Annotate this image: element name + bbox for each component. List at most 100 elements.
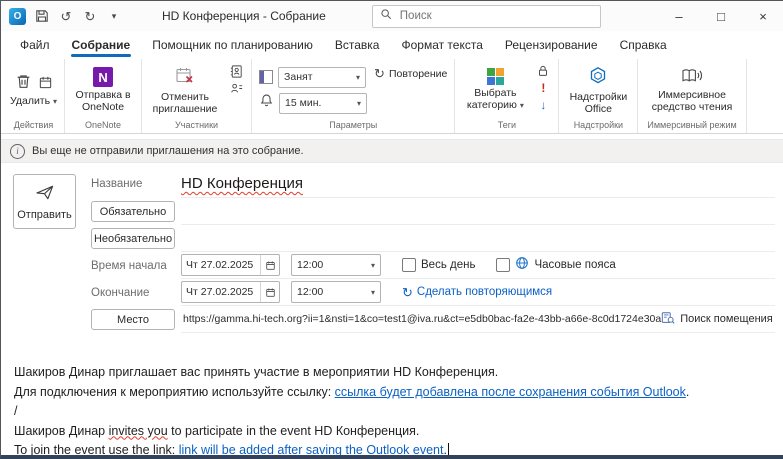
- maximize-icon[interactable]: □: [700, 1, 742, 31]
- immersive-reader-button[interactable]: Иммерсивное средство чтения: [649, 67, 735, 113]
- ribbon-group-tags: Выбрать категорию ▾ ! ↓ Теги: [455, 59, 559, 133]
- tab-review[interactable]: Рецензирование: [494, 31, 609, 58]
- high-importance-icon[interactable]: !: [535, 81, 551, 95]
- misspelled-word: invites you: [109, 424, 168, 438]
- all-day-label: Весь день: [421, 259, 475, 271]
- info-message: Вы еще не отправили приглашения на это с…: [32, 145, 304, 157]
- start-time-label: Время начала: [91, 260, 167, 272]
- title-bar: O ↺ ↻ ▾ HD Конференция - Собрание – □ ×: [1, 1, 783, 31]
- search-input[interactable]: [398, 9, 593, 23]
- placeholder-link-en[interactable]: link will be added after saving the Outl…: [179, 443, 444, 457]
- meeting-form: Отправить Название HD Конференция Обязат…: [1, 163, 783, 333]
- make-recurring-link[interactable]: ↻ Сделать повторяющимся: [402, 286, 552, 299]
- recurrence-icon: ↻: [402, 286, 413, 299]
- all-day-checkbox[interactable]: [402, 258, 416, 272]
- all-day-checkbox-group[interactable]: Весь день: [402, 258, 475, 272]
- required-row: Обязательно: [91, 198, 775, 225]
- undo-icon[interactable]: ↺: [58, 8, 74, 24]
- tab-scheduling-assistant[interactable]: Помощник по планированию: [141, 31, 324, 58]
- send-button[interactable]: Отправить: [13, 174, 76, 229]
- recurrence-icon: ↻: [374, 67, 385, 80]
- group-label-attendees: Участники: [149, 119, 244, 133]
- outlook-meeting-window: O ↺ ↻ ▾ HD Конференция - Собрание – □ × …: [0, 0, 783, 459]
- low-importance-icon[interactable]: ↓: [535, 98, 551, 112]
- message-body[interactable]: Шакиров Динар приглашает вас принять уча…: [1, 333, 783, 459]
- required-button[interactable]: Обязательно: [91, 201, 175, 222]
- tab-file[interactable]: Файл: [9, 31, 61, 58]
- delete-button[interactable]: Удалить ▾: [10, 73, 57, 108]
- customize-toolbar-icon[interactable]: ▾: [106, 8, 122, 24]
- ribbon-group-onenote: N Отправка в OneNote OneNote: [65, 59, 142, 133]
- reminder-select[interactable]: 15 мин. ▾: [279, 93, 367, 114]
- room-finder-button[interactable]: Поиск помещения: [661, 311, 775, 328]
- redo-icon[interactable]: ↻: [82, 8, 98, 24]
- placeholder-link-ru[interactable]: ссылка будет добавлена после сохранения …: [335, 385, 686, 399]
- title-value: HD Конференция: [181, 175, 303, 192]
- end-date-value: Чт 27.02.2025: [182, 286, 260, 298]
- time-zones-label: Часовые пояса: [534, 259, 615, 271]
- cancel-invitation-label: Отменить приглашение: [149, 91, 221, 115]
- tab-help[interactable]: Справка: [609, 31, 678, 58]
- end-time-row: Окончание Чт 27.02.2025 12:00 ▾ ↻ С: [91, 279, 775, 306]
- chevron-down-icon: ▾: [357, 99, 361, 108]
- categorize-button[interactable]: Выбрать категорию ▾: [462, 68, 528, 112]
- office-addins-button[interactable]: Надстройки Office: [566, 66, 630, 115]
- show-as-value: Занят: [284, 71, 312, 83]
- end-time-select[interactable]: 12:00 ▾: [291, 281, 381, 303]
- time-zones-checkbox[interactable]: [496, 258, 510, 272]
- send-label: Отправить: [17, 209, 72, 221]
- chevron-down-icon: ▾: [371, 261, 375, 270]
- start-date-picker[interactable]: Чт 27.02.2025: [181, 254, 280, 276]
- reminder-value: 15 мин.: [285, 97, 321, 109]
- body-line-2: Для подключения к мероприятию используйт…: [14, 383, 770, 403]
- tab-format-text[interactable]: Формат текста: [390, 31, 493, 58]
- search-box[interactable]: [372, 5, 601, 28]
- optional-input[interactable]: [181, 225, 775, 252]
- group-label-options: Параметры: [259, 119, 447, 133]
- location-input[interactable]: https://gamma.hi-tech.org?ii=1&nsti=1&co…: [181, 306, 775, 333]
- group-label-addins: Надстройки: [566, 119, 630, 133]
- tab-meeting[interactable]: Собрание: [61, 31, 142, 58]
- response-options-icon[interactable]: [228, 81, 244, 95]
- trash-icon: [15, 73, 32, 93]
- body-line-2-text: Для подключения к мероприятию используйт…: [14, 385, 335, 399]
- close-icon[interactable]: ×: [742, 1, 783, 31]
- title-input[interactable]: HD Конференция: [181, 170, 775, 198]
- body-line-5-c: use the link:: [105, 443, 179, 457]
- title-row: Название HD Конференция: [91, 170, 775, 198]
- info-bar: i Вы еще не отправили приглашения на это…: [1, 139, 783, 163]
- body-line-5: To join the event use the link: link wil…: [14, 441, 770, 459]
- body-line-5-a: To join the: [14, 443, 74, 457]
- ribbon-group-actions: Удалить ▾ Действия: [3, 59, 65, 133]
- body-line-3: /: [14, 402, 770, 422]
- optional-button[interactable]: Необязательно: [91, 228, 175, 249]
- group-label-onenote: OneNote: [72, 119, 134, 133]
- minimize-icon[interactable]: –: [658, 1, 700, 31]
- calendar-picker-icon[interactable]: [260, 255, 279, 275]
- onenote-icon: N: [93, 67, 113, 87]
- end-date-picker[interactable]: Чт 27.02.2025: [181, 281, 280, 303]
- time-zones-checkbox-group[interactable]: Часовые пояса: [496, 256, 615, 275]
- send-plane-icon: [34, 183, 56, 205]
- tab-insert[interactable]: Вставка: [324, 31, 391, 58]
- recurrence-button[interactable]: ↻ Повторение: [374, 67, 447, 80]
- body-line-4: Шакиров Динар invites you to participate…: [14, 422, 770, 442]
- optional-row: Необязательно: [91, 225, 775, 252]
- globe-icon: [515, 256, 529, 275]
- private-lock-icon[interactable]: [535, 64, 551, 78]
- required-input[interactable]: [181, 198, 775, 225]
- calendar-picker-icon[interactable]: [260, 282, 279, 302]
- cancel-invitation-button[interactable]: Отменить приглашение: [149, 66, 221, 115]
- save-icon[interactable]: [34, 8, 50, 24]
- start-time-value: 12:00: [297, 259, 323, 271]
- quick-access-toolbar: O ↺ ↻ ▾: [9, 8, 122, 25]
- show-as-select[interactable]: Занят ▾: [278, 67, 366, 88]
- body-line-5-end: .: [443, 443, 446, 457]
- address-book-icon[interactable]: [228, 64, 244, 78]
- send-to-onenote-button[interactable]: N Отправка в OneNote: [72, 67, 134, 113]
- show-as-busy-icon: [259, 70, 273, 84]
- end-time-value: 12:00: [297, 286, 323, 298]
- location-button[interactable]: Место: [91, 309, 175, 330]
- start-time-select[interactable]: 12:00 ▾: [291, 254, 381, 276]
- recurrence-label: Повторение: [389, 68, 447, 80]
